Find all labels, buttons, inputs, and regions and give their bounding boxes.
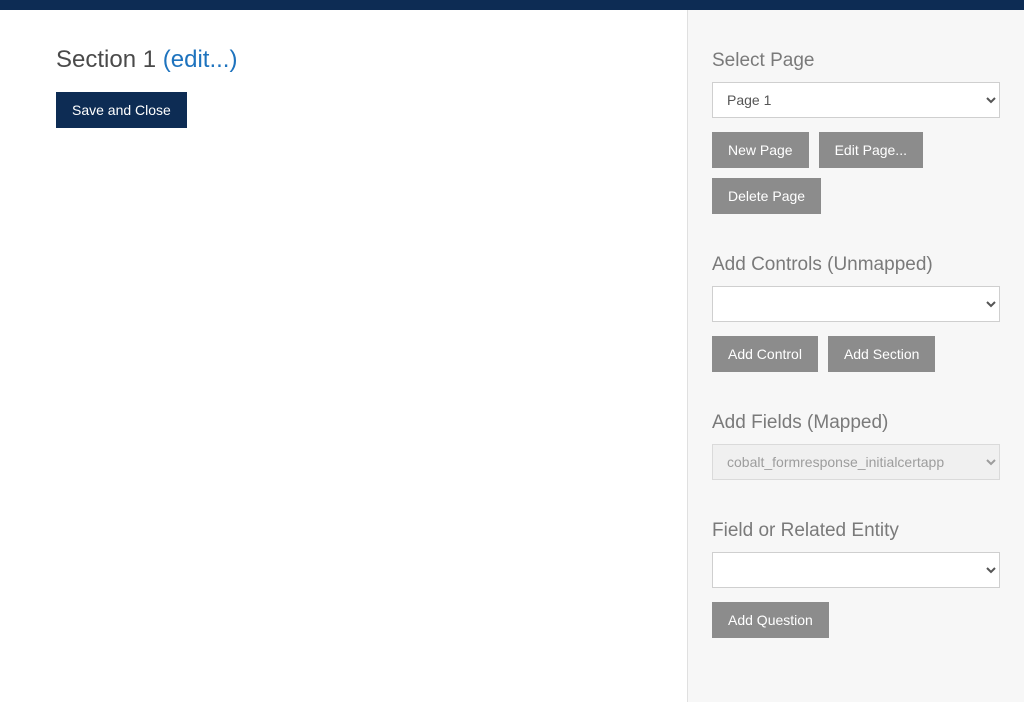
select-page-label: Select Page — [712, 50, 1000, 72]
related-entity-block: Field or Related Entity Add Question — [712, 520, 1000, 638]
section-title-text: Section 1 — [56, 46, 156, 73]
select-page-block: Select Page Page 1 New Page Edit Page...… — [712, 50, 1000, 214]
add-fields-label: Add Fields (Mapped) — [712, 412, 1000, 434]
delete-page-button[interactable]: Delete Page — [712, 178, 821, 214]
add-question-button[interactable]: Add Question — [712, 602, 829, 638]
section-heading: Section 1 (edit...) — [56, 46, 631, 74]
top-accent-bar — [0, 0, 1024, 10]
controls-button-row: Add Control Add Section — [712, 336, 1000, 372]
related-entity-dropdown[interactable] — [712, 552, 1000, 588]
save-and-close-button[interactable]: Save and Close — [56, 92, 187, 128]
select-page-dropdown[interactable]: Page 1 — [712, 82, 1000, 118]
side-panel: Select Page Page 1 New Page Edit Page...… — [688, 10, 1024, 702]
new-page-button[interactable]: New Page — [712, 132, 809, 168]
add-fields-dropdown[interactable]: cobalt_formresponse_initialcertapp — [712, 444, 1000, 480]
page-layout: Section 1 (edit...) Save and Close Selec… — [0, 10, 1024, 702]
page-button-row: New Page Edit Page... Delete Page — [712, 132, 1000, 214]
add-controls-label: Add Controls (Unmapped) — [712, 254, 1000, 276]
related-entity-label: Field or Related Entity — [712, 520, 1000, 542]
question-button-row: Add Question — [712, 602, 1000, 638]
add-control-button[interactable]: Add Control — [712, 336, 818, 372]
edit-section-link[interactable]: (edit...) — [163, 46, 238, 73]
add-fields-block: Add Fields (Mapped) cobalt_formresponse_… — [712, 412, 1000, 480]
add-controls-dropdown[interactable] — [712, 286, 1000, 322]
edit-page-button[interactable]: Edit Page... — [819, 132, 923, 168]
add-controls-block: Add Controls (Unmapped) Add Control Add … — [712, 254, 1000, 372]
main-panel: Section 1 (edit...) Save and Close — [0, 10, 688, 702]
add-section-button[interactable]: Add Section — [828, 336, 936, 372]
